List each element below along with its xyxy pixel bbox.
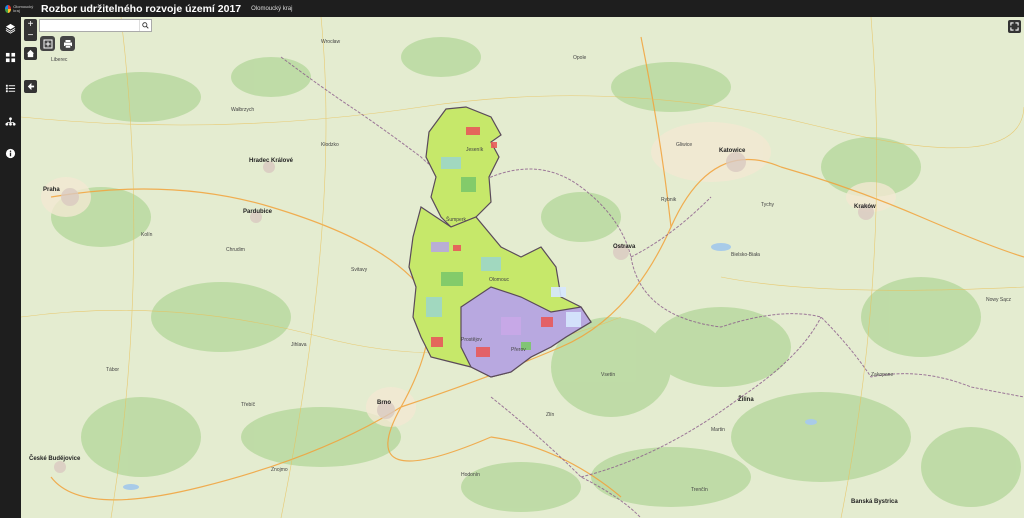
- legend-icon: [5, 84, 16, 93]
- home-button[interactable]: [24, 47, 37, 60]
- place-label: Wałbrzych: [231, 107, 255, 113]
- fullscreen-icon: [1010, 22, 1019, 31]
- city-label: Žilina: [738, 397, 754, 403]
- logo-mark-icon: [5, 4, 12, 13]
- info-icon: [5, 148, 16, 159]
- place-label: Wrocław: [321, 39, 341, 45]
- analysis-button[interactable]: [3, 114, 18, 129]
- place-label: Prostějov: [461, 337, 482, 343]
- app-logo[interactable]: Olomoucký kraj: [5, 2, 35, 15]
- place-label: Jihlava: [291, 342, 307, 348]
- logo-text: Olomoucký kraj: [13, 3, 34, 13]
- search-input[interactable]: [40, 20, 139, 31]
- print-button[interactable]: [60, 36, 75, 51]
- search-button[interactable]: [139, 20, 151, 31]
- org-chart-icon: [5, 117, 16, 126]
- legend-button[interactable]: [3, 81, 18, 96]
- grid-icon: [5, 52, 16, 63]
- place-label: Nowy Sącz: [986, 297, 1012, 303]
- app-title: Rozbor udržitelného rozvoje území 2017: [41, 2, 242, 15]
- place-label: Martin: [711, 427, 725, 433]
- city-label: Pardubice: [243, 209, 273, 215]
- place-label: Jeseník: [466, 147, 484, 153]
- map-view[interactable]: Praha Hradec Králové Pardubice Brno Ostr…: [21, 17, 1024, 518]
- city-label: Brno: [377, 400, 391, 406]
- search-icon: [142, 22, 149, 29]
- layers-icon: [5, 23, 16, 34]
- place-label: Šumperk: [446, 217, 467, 223]
- place-label: Tábor: [106, 367, 120, 373]
- city-label: Katowice: [719, 148, 746, 154]
- place-label: Rybnik: [661, 197, 677, 203]
- place-label: Opole: [573, 55, 587, 61]
- place-label: Přerov: [511, 347, 526, 353]
- basemap-gallery-button[interactable]: [3, 50, 18, 65]
- zoom-extent-button[interactable]: [40, 36, 55, 51]
- zoom-in-button[interactable]: +: [24, 19, 37, 30]
- place-label: Kolín: [141, 232, 153, 238]
- city-label: Banská Bystrica: [851, 499, 898, 505]
- app-subtitle: Olomoucký kraj: [251, 5, 293, 12]
- place-label: Bielsko-Biała: [731, 252, 760, 258]
- zoom-extent-icon: [43, 39, 52, 48]
- city-label: České Budějovice: [29, 456, 81, 462]
- layers-button[interactable]: [3, 21, 18, 36]
- place-label: Olomouc: [489, 277, 510, 283]
- app-header: Olomoucký kraj Rozbor udržitelného rozvo…: [0, 0, 1024, 17]
- place-label: Hodonín: [461, 472, 480, 478]
- fullscreen-button[interactable]: [1008, 20, 1021, 33]
- place-label: Vsetín: [601, 372, 616, 378]
- place-label: Chrudim: [226, 247, 245, 253]
- place-label: Tychy: [761, 202, 775, 208]
- collapse-arrow-icon: [27, 82, 35, 91]
- print-icon: [63, 39, 72, 48]
- basemap: [21, 17, 1024, 518]
- search-box: [39, 19, 152, 32]
- sidebar: [0, 17, 21, 518]
- zoom-out-button[interactable]: −: [24, 30, 37, 41]
- place-label: Gliwice: [676, 142, 693, 148]
- zoom-control: + −: [24, 19, 37, 41]
- place-label: Svitavy: [351, 267, 368, 273]
- place-label: Znojmo: [271, 467, 288, 473]
- place-label: Třebíč: [241, 402, 256, 408]
- city-label: Ostrava: [613, 244, 636, 250]
- place-label: Kłodzko: [321, 142, 339, 148]
- collapse-panel-button[interactable]: [24, 80, 37, 93]
- place-label: Zlín: [546, 412, 555, 418]
- city-label: Praha: [43, 187, 60, 193]
- about-button[interactable]: [3, 146, 18, 161]
- place-label: Zakopane: [871, 372, 894, 378]
- city-label: Hradec Králové: [249, 158, 294, 164]
- place-label: Trenčín: [691, 487, 708, 493]
- place-label: Liberec: [51, 57, 68, 63]
- city-label: Kraków: [854, 204, 876, 210]
- home-icon: [26, 49, 35, 58]
